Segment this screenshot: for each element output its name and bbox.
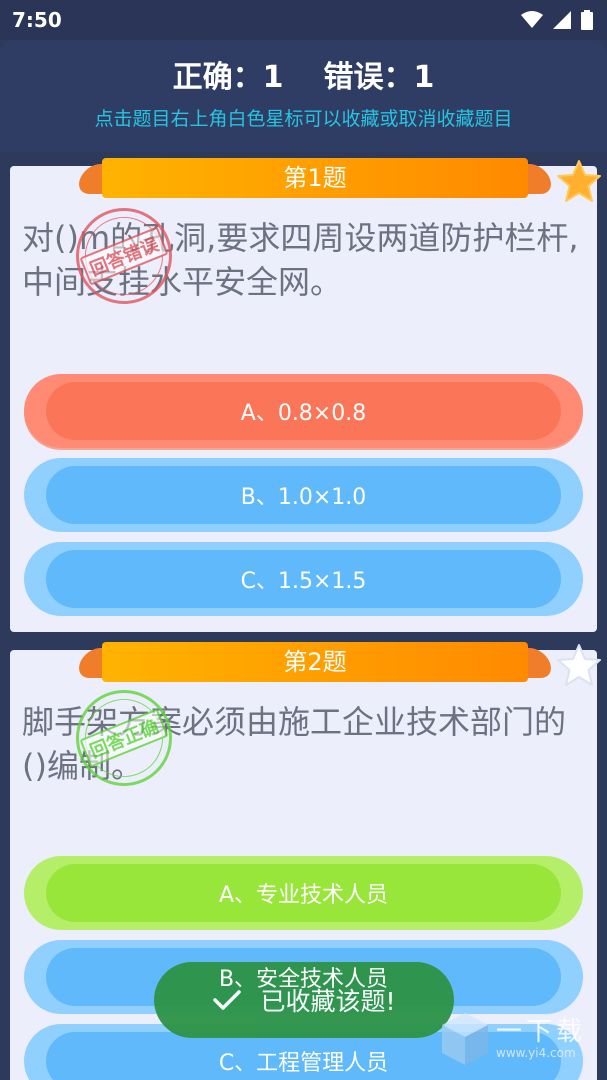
question-card-1: 第1题 对()m的孔洞,要求四周设两道防护栏杆,中间支挂水平安全网。 回答错误 … bbox=[10, 158, 601, 632]
score-header: 正确：1 错误：1 点击题目右上角白色星标可以收藏或取消收藏题目 bbox=[0, 40, 607, 152]
star-favorite-icon[interactable] bbox=[555, 158, 603, 206]
question-number-label: 第2题 bbox=[102, 642, 528, 682]
battery-icon bbox=[581, 10, 593, 30]
status-icons bbox=[521, 10, 593, 30]
option-c[interactable]: C、1.5×1.5 bbox=[24, 542, 583, 616]
option-a[interactable]: A、0.8×0.8 bbox=[24, 374, 583, 448]
watermark-url: www.yi4.com bbox=[496, 1046, 576, 1060]
cube-logo-icon bbox=[442, 1013, 488, 1065]
star-outline-icon[interactable] bbox=[555, 642, 603, 690]
option-label: A、专业技术人员 bbox=[218, 883, 389, 908]
option-label: B、安全技术人员 bbox=[218, 967, 389, 992]
correct-count: 正确：1 bbox=[172, 60, 284, 95]
watermark-title: 一下载 bbox=[496, 1017, 587, 1047]
wifi-icon bbox=[521, 11, 543, 28]
status-bar: 7:50 bbox=[0, 0, 607, 40]
wrong-count: 错误：1 bbox=[323, 60, 435, 95]
quiz-screen: 7:50 正确：1 错误：1 点击题目右上角白色星标可以收藏或取消收藏题目 第1… bbox=[0, 0, 607, 1080]
watermark: 一下载 www.yi4.com bbox=[440, 1004, 600, 1074]
option-label: C、工程管理人员 bbox=[218, 1051, 389, 1076]
option-label: B、1.0×1.0 bbox=[240, 485, 367, 510]
option-a[interactable]: A、专业技术人员 bbox=[24, 856, 583, 930]
option-label: A、0.8×0.8 bbox=[240, 401, 367, 426]
question-number-label: 第1题 bbox=[102, 158, 528, 198]
status-time: 7:50 bbox=[12, 8, 62, 32]
favorite-hint: 点击题目右上角白色星标可以收藏或取消收藏题目 bbox=[94, 108, 513, 130]
option-b[interactable]: B、1.0×1.0 bbox=[24, 458, 583, 532]
question-number-ribbon: 第1题 bbox=[74, 158, 556, 202]
score-line: 正确：1 错误：1 bbox=[0, 52, 607, 96]
signal-icon bbox=[553, 11, 571, 29]
question-number-ribbon: 第2题 bbox=[74, 642, 556, 686]
option-label: C、1.5×1.5 bbox=[240, 569, 367, 594]
